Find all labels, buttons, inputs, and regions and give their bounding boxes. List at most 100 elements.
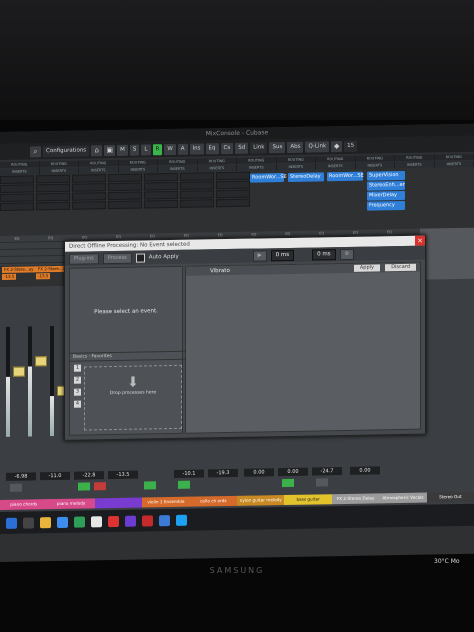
insert-plugin[interactable]: RoomWor...SE [250,173,287,183]
volume-readout[interactable]: -24.7 [312,467,342,476]
home-icon[interactable]: ⌂ [91,144,103,156]
edge-icon[interactable] [57,516,68,528]
inserts-label[interactable]: INSERTS [79,166,119,174]
write-button[interactable]: W [164,143,176,155]
insert-plugin[interactable]: RoomWor...SE [327,171,364,182]
store-icon[interactable] [74,516,85,528]
channel-name[interactable] [94,497,143,509]
insert-plugin[interactable]: StereoEnh...er [367,180,405,191]
favorite-slot[interactable]: 4 [74,400,81,408]
channel-button[interactable] [282,478,294,488]
channel-fader[interactable] [26,326,48,466]
favorites-header[interactable]: Basics · Favorites [70,350,185,362]
volume-readout[interactable]: -13.5 [108,470,138,480]
abs-button[interactable]: Abs [287,141,304,153]
fx-send-value[interactable]: -13.5 [36,273,51,280]
insert-plugin[interactable]: MixerDelay [367,190,405,201]
inserts-label[interactable]: INSERTS [197,164,237,172]
pre-time-field[interactable]: 0 ms [270,249,295,261]
channel-button[interactable] [78,482,90,491]
channel-name[interactable]: Atmospheric Vocals [379,492,427,504]
eq-button[interactable]: Eq [205,142,219,154]
channel-fader[interactable] [4,326,26,467]
cubase-icon[interactable] [142,514,153,527]
channel-name[interactable]: nylon guitar melody [237,495,285,506]
channel-arrows-icon[interactable]: ◆ [331,140,343,152]
inserts-label[interactable]: INSERTS [316,162,356,170]
file-explorer-icon[interactable] [40,516,51,528]
search-icon[interactable] [23,516,34,529]
process-drop-zone[interactable]: ⬇ Drop processes here [84,364,182,431]
camera-icon[interactable]: ▣ [104,144,116,156]
channel-button[interactable] [144,481,156,490]
inserts-label[interactable]: INSERTS [355,162,395,169]
routing-label[interactable]: ROUTING [434,153,474,161]
volume-readout[interactable]: -19.3 [208,468,238,478]
configurations-dropdown[interactable]: Configurations [43,144,90,157]
solo-button[interactable]: S [129,144,140,156]
apply-button[interactable]: Apply [353,264,380,272]
channel-button[interactable] [316,478,328,487]
routing-label[interactable]: ROUTING [158,158,198,166]
fader-cap[interactable] [35,356,47,367]
close-icon[interactable]: × [415,235,425,246]
mute-button[interactable]: M [117,144,128,156]
settings-icon[interactable]: ⚙ [339,248,355,260]
cs-button[interactable]: Cs [220,142,234,154]
channel-name[interactable]: FX 2-Stereo Delay [331,493,380,505]
routing-label[interactable]: ROUTING [39,160,79,168]
inserts-label[interactable]: INSERTS [0,168,40,175]
volume-readout[interactable]: 0.00 [278,467,308,477]
channel-button[interactable] [10,483,22,492]
volume-readout[interactable]: -6.98 [6,472,36,481]
app-icon[interactable] [159,514,170,526]
routing-label[interactable]: ROUTING [0,161,40,168]
routing-label[interactable]: ROUTING [79,159,119,167]
routing-label[interactable]: ROUTING [118,159,158,166]
channel-name[interactable]: Stereo Out [426,491,474,503]
channel-button[interactable] [94,482,106,491]
chrome-icon[interactable] [108,515,119,527]
channel-name[interactable]: piano melody [47,498,95,510]
post-time-field[interactable]: 0 ms [312,248,336,261]
search-icon[interactable]: ⌕ [30,145,41,157]
routing-label[interactable]: ROUTING [276,156,316,164]
auto-apply-checkbox[interactable] [135,252,145,263]
app-icon[interactable] [91,515,102,527]
routing-label[interactable]: ROUTING [355,155,395,162]
inserts-label[interactable]: INSERTS [395,161,435,169]
favorite-slot[interactable]: 2 [74,376,81,384]
inserts-label[interactable]: INSERTS [39,167,79,175]
process-button[interactable]: Process [102,252,132,264]
inserts-label[interactable]: INSERTS [118,166,158,173]
favorite-slot[interactable]: 3 [74,388,81,396]
routing-label[interactable]: ROUTING [197,157,237,165]
volume-readout[interactable]: 0.00 [244,468,274,477]
read-button[interactable]: R [152,143,163,155]
fx-send-button[interactable]: FX 2-Stere...ay [2,266,36,273]
qlink-button[interactable]: Q-Link [305,140,330,153]
app-icon[interactable] [176,514,187,526]
sus-button[interactable]: Sus [269,141,286,153]
inserts-label[interactable]: INSERTS [434,160,474,168]
discard-button[interactable]: Discard [385,263,416,272]
insert-plugin[interactable]: StereoDelay [288,172,324,182]
play-icon[interactable]: ▶ [252,249,267,262]
routing-label[interactable]: ROUTING [395,154,435,162]
a-button[interactable]: A [177,143,188,155]
windows-start-icon[interactable] [6,517,17,529]
insert-plugin[interactable]: SuperVision [367,170,405,181]
app-icon[interactable] [125,515,136,527]
plugins-button[interactable]: Plug-ins [69,252,99,265]
inserts-label[interactable]: INSERTS [237,164,277,171]
fader-cap[interactable] [13,366,25,377]
ins-button[interactable]: Ins [189,142,204,155]
routing-label[interactable]: ROUTING [237,157,277,164]
channel-count[interactable]: 15 [344,140,358,152]
volume-readout[interactable]: -22.8 [74,471,104,480]
volume-readout[interactable]: 0.00 [350,466,380,475]
channel-button[interactable] [178,480,190,489]
insert-plugin[interactable]: Frequency [367,200,405,211]
channel-name[interactable]: cello ch ords [189,495,238,507]
channel-name[interactable]: piano chords [0,499,48,510]
